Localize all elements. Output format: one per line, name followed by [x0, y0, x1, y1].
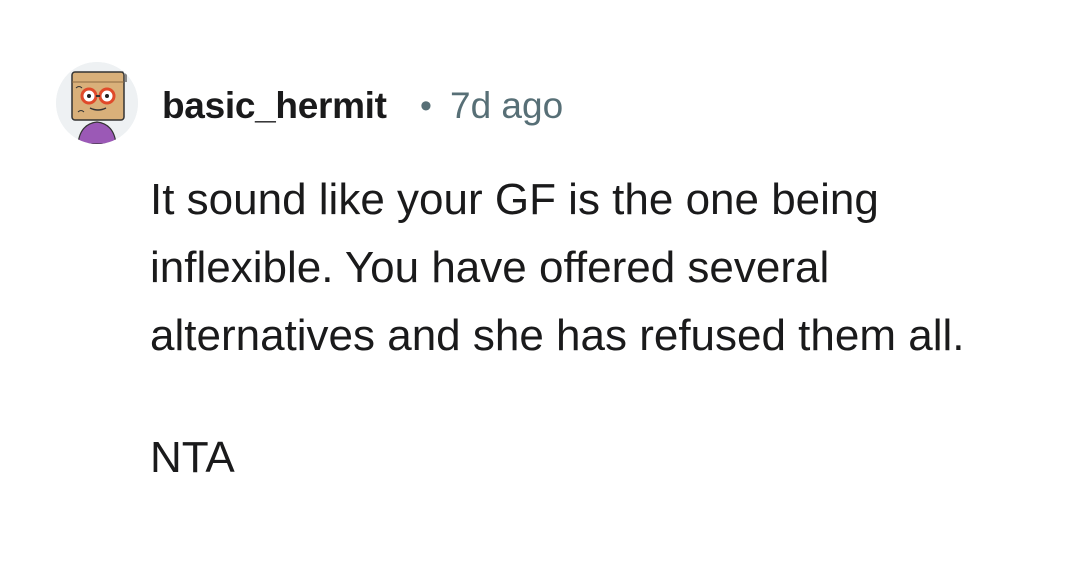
- avatar[interactable]: [56, 62, 138, 144]
- comment-card: basic_hermit • 7d ago It sound like your…: [0, 0, 1080, 579]
- snoo-avatar-icon: [56, 62, 138, 144]
- meta-separator: •: [420, 87, 432, 125]
- comment-paragraph: It sound like your GF is the one being i…: [150, 175, 965, 360]
- comment-timestamp: 7d ago: [450, 85, 564, 126]
- author-username[interactable]: basic_hermit: [162, 82, 387, 130]
- comment-body: It sound like your GF is the one being i…: [150, 166, 1010, 492]
- comment-verdict: NTA: [150, 433, 235, 482]
